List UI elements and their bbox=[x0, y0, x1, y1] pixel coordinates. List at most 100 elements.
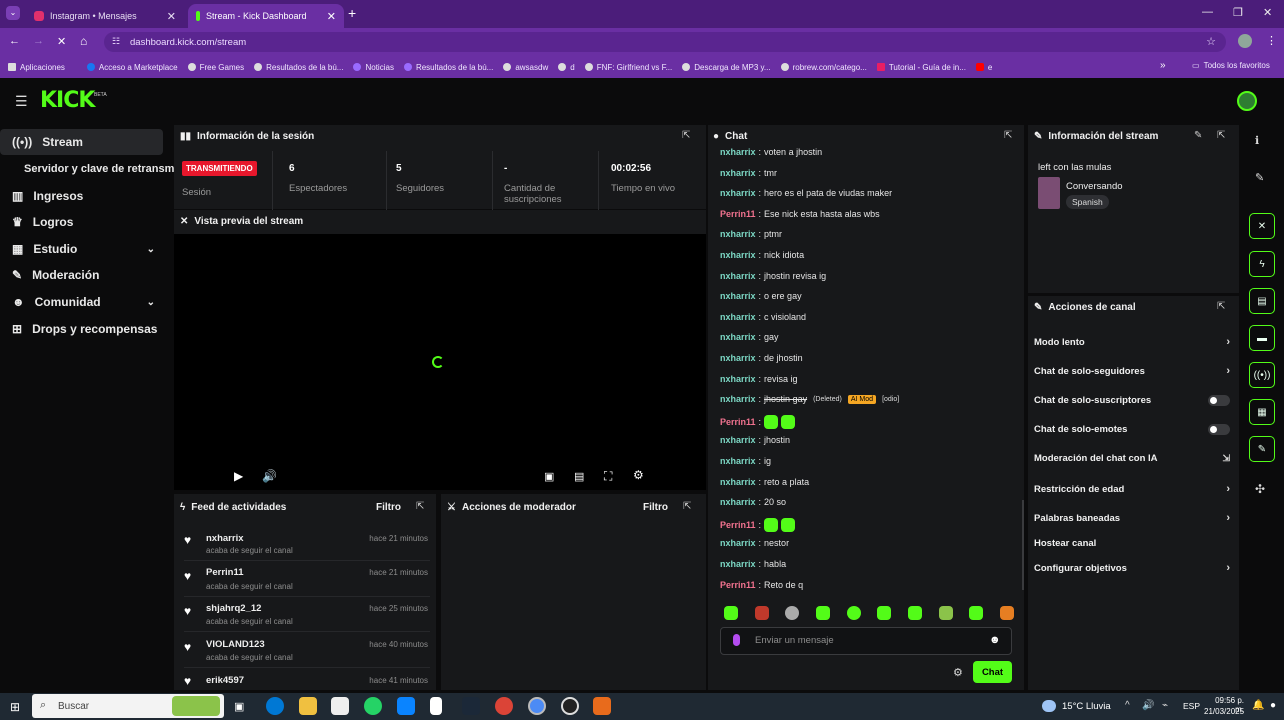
feed-username[interactable]: erik4597 bbox=[206, 675, 244, 686]
rail-layout-icon[interactable]: ▦ bbox=[1249, 399, 1275, 425]
emote-icon[interactable] bbox=[785, 606, 800, 620]
chat-scrollbar[interactable] bbox=[1022, 500, 1024, 590]
popout-icon[interactable]: ⇱ bbox=[416, 501, 424, 512]
forward-icon[interactable]: → bbox=[33, 35, 44, 47]
chat-username[interactable]: nxharrix bbox=[720, 477, 756, 487]
pencil-icon[interactable]: ✎ bbox=[1255, 171, 1264, 184]
sidebar-item-moderacion[interactable]: ✎ Moderación bbox=[0, 263, 163, 287]
sidebar-item-stream[interactable]: ((•)) Stream bbox=[0, 129, 163, 155]
sidebar-item-drops[interactable]: ⊞ Drops y recompensas bbox=[0, 317, 163, 341]
popout-icon[interactable]: ⇱ bbox=[1004, 130, 1012, 141]
new-tab-button[interactable]: + bbox=[348, 5, 356, 21]
chat-username[interactable]: nxharrix bbox=[720, 188, 756, 198]
bookmark-item[interactable]: Descarga de MP3 y... bbox=[682, 63, 771, 72]
notifications-icon[interactable]: 🔔 bbox=[1252, 700, 1264, 711]
feed-username[interactable]: Perrin11 bbox=[206, 567, 244, 578]
copilot-icon[interactable] bbox=[266, 697, 284, 715]
theater-icon[interactable]: ▤ bbox=[574, 470, 584, 483]
edit-pencil-icon[interactable]: ✎ bbox=[1194, 130, 1202, 141]
chat-username[interactable]: nxharrix bbox=[720, 559, 756, 569]
chat-username[interactable]: nxharrix bbox=[720, 229, 756, 239]
emote-icon[interactable] bbox=[907, 606, 922, 620]
kick-logo[interactable]: KICK bbox=[40, 88, 95, 113]
home-icon[interactable]: ⌂ bbox=[80, 34, 87, 48]
hamburger-menu-icon[interactable]: ☰ bbox=[15, 93, 28, 110]
chat-username[interactable]: Perrin11 bbox=[720, 417, 756, 427]
settings-gear-icon[interactable]: ⚙ bbox=[633, 468, 644, 482]
emote-icon[interactable] bbox=[846, 606, 861, 620]
tab-search-icon[interactable]: ⌄ bbox=[6, 6, 20, 20]
browser-menu-icon[interactable]: ⋮ bbox=[1266, 34, 1277, 47]
chat-send-button[interactable]: Chat bbox=[973, 661, 1012, 683]
microphone-icon[interactable] bbox=[733, 634, 740, 646]
chat-settings-gear-icon[interactable]: ⚙ bbox=[953, 666, 963, 679]
app-icon[interactable] bbox=[593, 697, 611, 715]
rail-lightning-icon[interactable]: ϟ bbox=[1249, 251, 1275, 277]
feed-username[interactable]: nxharrix bbox=[206, 533, 244, 544]
profile-avatar[interactable] bbox=[1238, 34, 1252, 48]
emote-icon[interactable] bbox=[999, 606, 1014, 620]
fullscreen-icon[interactable]: ⛶ bbox=[604, 469, 612, 484]
popout-icon[interactable]: ⇱ bbox=[1217, 301, 1225, 312]
bookmark-item[interactable]: awsasdw bbox=[503, 63, 548, 72]
bookmark-item[interactable]: e bbox=[975, 63, 992, 72]
chat-username[interactable]: Perrin11 bbox=[720, 209, 756, 219]
feed-username[interactable]: VIOLAND123 bbox=[206, 639, 265, 650]
info-icon[interactable]: ℹ bbox=[1255, 134, 1259, 147]
chat-input[interactable]: Enviar un mensaje ☻ bbox=[720, 627, 1012, 655]
address-bar[interactable]: ☷ dashboard.kick.com/stream ☆ bbox=[104, 32, 1226, 52]
bookmark-item[interactable]: Noticias bbox=[353, 63, 394, 72]
action-ai-moderation[interactable]: Moderación del chat con IA ⇲ bbox=[1034, 453, 1230, 464]
language-indicator[interactable]: ESP bbox=[1183, 701, 1200, 711]
chat-username[interactable]: nxharrix bbox=[720, 456, 756, 466]
bookmark-star-icon[interactable]: ☆ bbox=[1206, 35, 1216, 48]
volume-icon[interactable]: 🔊 bbox=[262, 469, 277, 483]
pip-icon[interactable]: ▣ bbox=[544, 470, 554, 483]
rail-chat-icon[interactable]: ▬ bbox=[1249, 325, 1275, 351]
action-followers-only[interactable]: Chat de solo-seguidores › bbox=[1034, 365, 1230, 377]
chat-username[interactable]: nxharrix bbox=[720, 291, 756, 301]
close-tab-icon[interactable]: ✕ bbox=[167, 10, 176, 23]
emotes-only-toggle[interactable] bbox=[1208, 424, 1230, 435]
weather-text[interactable]: 15°C Lluvia bbox=[1062, 701, 1111, 712]
chat-username[interactable]: Perrin11 bbox=[720, 580, 756, 590]
feed-username[interactable]: shjahrq2_12 bbox=[206, 603, 261, 614]
bookmark-item[interactable]: Acceso a Marketplace bbox=[86, 63, 178, 72]
tray-chevron-icon[interactable]: ^ bbox=[1125, 700, 1130, 711]
stop-loading-icon[interactable]: ✕ bbox=[57, 35, 66, 48]
bookmark-item[interactable]: robrew.com/catego... bbox=[780, 63, 867, 72]
site-info-icon[interactable]: ☷ bbox=[112, 36, 120, 47]
all-favorites-button[interactable]: ▭ Todos los favoritos bbox=[1192, 61, 1270, 70]
obs-icon[interactable] bbox=[561, 697, 579, 715]
chat-username[interactable]: nxharrix bbox=[720, 250, 756, 260]
action-slow-mode[interactable]: Modo lento › bbox=[1034, 336, 1230, 348]
sidebar-item-estudio[interactable]: ▦ Estudio ⌄ bbox=[0, 237, 163, 261]
close-tab-icon[interactable]: ✕ bbox=[327, 10, 336, 23]
minimize-icon[interactable]: — bbox=[1202, 6, 1213, 18]
bookmark-item[interactable]: Aplicaciones bbox=[8, 63, 65, 72]
bookmark-item[interactable]: Tutorial - Guía de in... bbox=[876, 63, 966, 72]
chat-username[interactable]: nxharrix bbox=[720, 168, 756, 178]
emote-icon[interactable] bbox=[969, 606, 984, 620]
action-emotes-only[interactable]: Chat de solo-emotes bbox=[1034, 424, 1230, 435]
popout-icon[interactable]: ⇱ bbox=[682, 130, 690, 141]
chat-username[interactable]: nxharrix bbox=[720, 374, 756, 384]
chat-username[interactable]: nxharrix bbox=[720, 147, 756, 157]
sidebar-item-comunidad[interactable]: ☻ Comunidad ⌄ bbox=[0, 290, 163, 314]
whatsapp-icon[interactable] bbox=[364, 697, 382, 715]
rail-document-icon[interactable]: ▤ bbox=[1249, 288, 1275, 314]
bookmark-item[interactable]: Resultados de la bú... bbox=[254, 63, 343, 72]
bookmark-item[interactable]: d bbox=[558, 63, 575, 72]
action-age-restriction[interactable]: Restricción de edad › bbox=[1034, 483, 1230, 495]
emote-icon[interactable] bbox=[754, 606, 769, 620]
network-icon[interactable]: ⌁ bbox=[1162, 700, 1168, 711]
action-banned-words[interactable]: Palabras baneadas › bbox=[1034, 512, 1230, 524]
chat-username[interactable]: nxharrix bbox=[720, 353, 756, 363]
chat-username[interactable]: Perrin11 bbox=[720, 520, 756, 530]
chat-username[interactable]: nxharrix bbox=[720, 332, 756, 342]
chat-username[interactable]: nxharrix bbox=[720, 538, 756, 548]
emote-icon[interactable] bbox=[815, 606, 830, 620]
action-goals[interactable]: Configurar objetivos › bbox=[1034, 562, 1230, 574]
emote-icon[interactable] bbox=[877, 606, 892, 620]
rail-broadcast-icon[interactable]: ((•)) bbox=[1249, 362, 1275, 388]
